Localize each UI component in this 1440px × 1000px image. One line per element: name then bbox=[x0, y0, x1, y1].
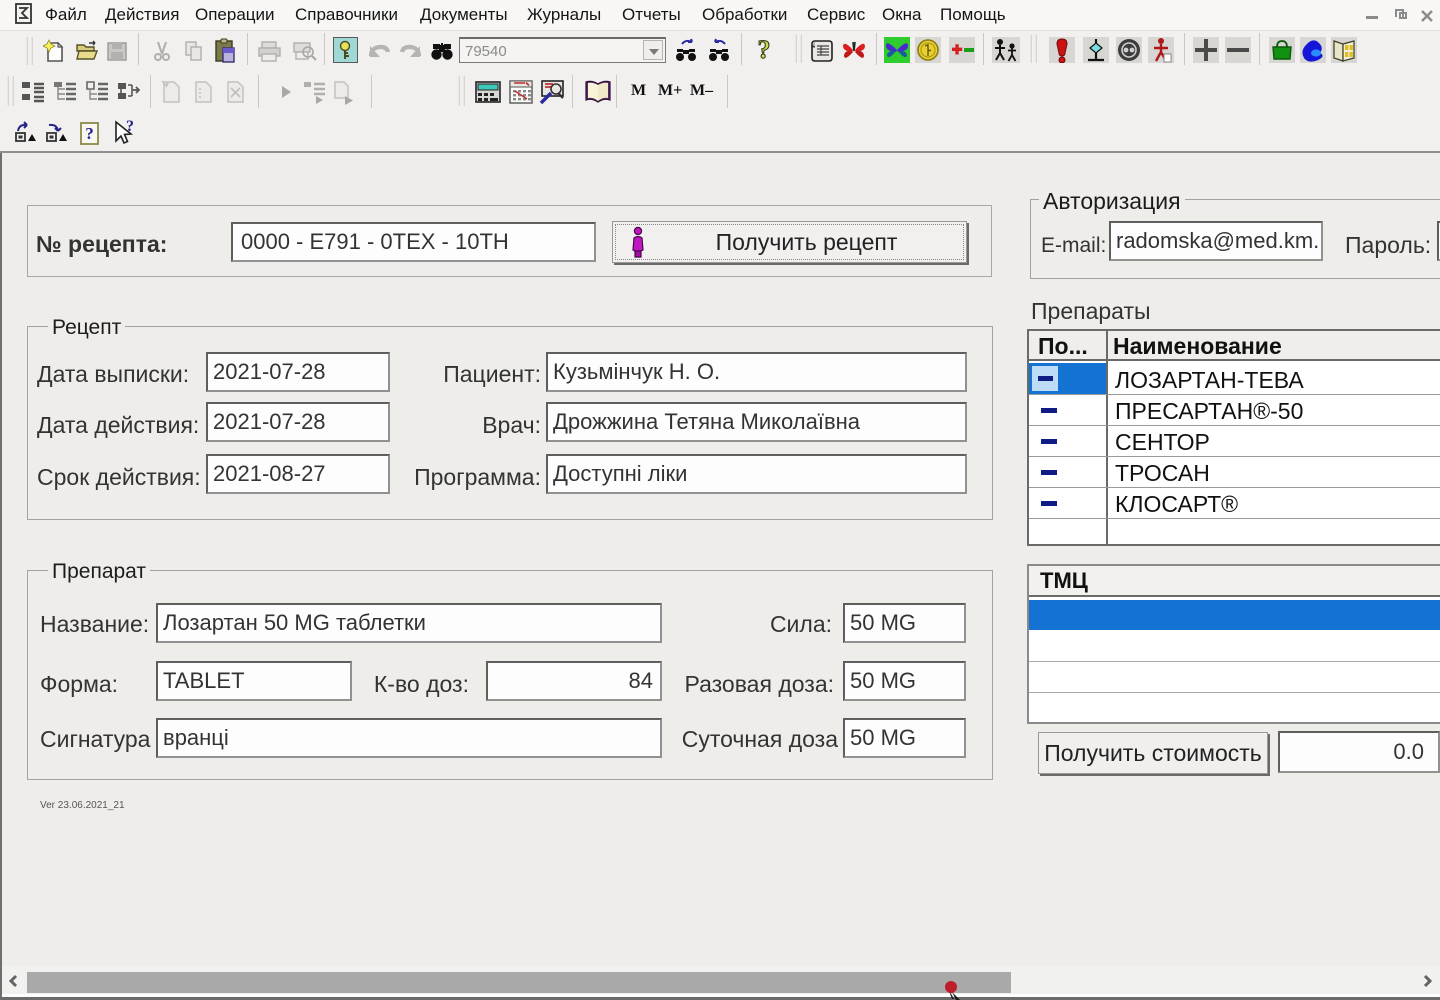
svg-text:?: ? bbox=[758, 36, 771, 64]
svg-text:?: ? bbox=[85, 124, 94, 143]
svg-text:?: ? bbox=[126, 119, 134, 135]
